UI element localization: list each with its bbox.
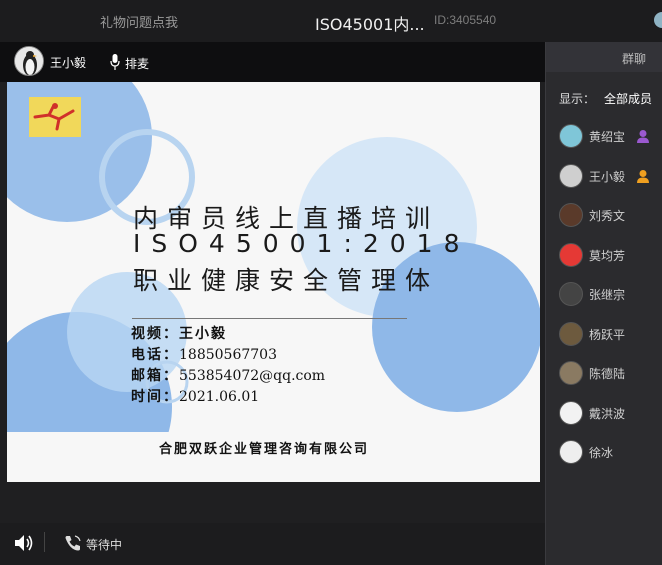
member-avatar xyxy=(559,401,583,425)
member-avatar xyxy=(559,322,583,346)
microphone-icon[interactable] xyxy=(110,54,120,70)
info-key: 时间： xyxy=(131,389,179,405)
slide-title-line-2: ISO45001:2018 xyxy=(133,229,471,258)
member-name: 陈德陆 xyxy=(589,367,626,381)
member-item[interactable]: 张继宗 xyxy=(559,282,662,306)
slide-title-line-3: 职业健康安全管理体 xyxy=(133,266,440,295)
panel-header: 群聊 xyxy=(546,42,662,72)
member-avatar xyxy=(559,282,583,306)
member-item[interactable]: 杨跃平 xyxy=(559,322,662,346)
top-bar: 礼物问题点我 ISO45001内... ID:3405540 xyxy=(0,0,662,42)
member-item[interactable]: 刘秀文 xyxy=(559,203,662,227)
member-name: 莫均芳 xyxy=(589,249,626,263)
admin-badge-icon xyxy=(637,130,649,143)
member-avatar xyxy=(559,164,583,188)
member-avatar xyxy=(559,124,583,148)
host-badge-icon xyxy=(637,170,649,183)
info-phone: 电话：18850567703 xyxy=(131,344,277,364)
phone-icon[interactable] xyxy=(64,534,82,552)
filter-label: 显示： xyxy=(559,92,596,106)
member-avatar xyxy=(559,440,583,464)
info-email: 邮箱：553854072@qq.com xyxy=(131,365,325,385)
slide-divider xyxy=(132,318,407,319)
user-avatar[interactable] xyxy=(654,12,662,28)
member-item[interactable]: 莫均芳 xyxy=(559,243,662,267)
room-id: ID:3405540 xyxy=(434,13,497,27)
member-name: 杨跃平 xyxy=(589,328,626,342)
member-item[interactable]: 陈德陆 xyxy=(559,361,662,385)
presentation-slide: 内审员线上直播培训 ISO45001:2018 职业健康安全管理体 视频：王小毅… xyxy=(7,82,540,482)
info-value: 王小毅 xyxy=(179,326,227,342)
info-key: 视频： xyxy=(131,326,179,342)
info-value: 553854072@qq.com xyxy=(179,368,326,384)
member-name: 王小毅 xyxy=(589,170,626,184)
group-chat-panel: 群聊 显示： 全部成员 黄绍宝王小毅刘秀文莫均芳张继宗杨跃平陈德陆戴洪波徐冰 xyxy=(545,42,662,565)
member-name: 戴洪波 xyxy=(589,407,626,421)
member-item[interactable]: 黄绍宝 xyxy=(559,124,662,148)
queue-mic-button[interactable]: 排麦 xyxy=(125,55,149,72)
member-name: 刘秀文 xyxy=(589,209,626,223)
host-name: 王小毅 xyxy=(50,56,87,70)
info-date: 时间：2021.06.01 xyxy=(131,386,259,406)
room-title: ISO45001内... xyxy=(315,15,425,34)
member-item[interactable]: 王小毅 xyxy=(559,164,662,188)
toolbar-separator xyxy=(44,532,45,552)
member-name: 黄绍宝 xyxy=(589,130,626,144)
info-key: 电话： xyxy=(131,347,179,363)
host-avatar[interactable] xyxy=(14,46,44,76)
call-status: 等待中 xyxy=(86,538,123,552)
info-video: 视频：王小毅 xyxy=(131,323,227,343)
info-value: 18850567703 xyxy=(179,347,277,363)
member-item[interactable]: 戴洪波 xyxy=(559,401,662,425)
member-name: 徐冰 xyxy=(589,446,614,460)
member-avatar xyxy=(559,361,583,385)
member-filter-select[interactable]: 全部成员 xyxy=(604,90,652,107)
speaker-icon[interactable] xyxy=(14,534,34,552)
info-value: 2021.06.01 xyxy=(179,389,260,405)
company-name: 合肥双跃企业管理咨询有限公司 xyxy=(159,442,370,457)
info-key: 邮箱： xyxy=(131,368,179,384)
member-name: 张继宗 xyxy=(589,288,626,302)
member-avatar xyxy=(559,203,583,227)
group-chat-tab[interactable]: 群聊 xyxy=(622,50,646,67)
member-item[interactable]: 徐冰 xyxy=(559,440,662,464)
member-avatar xyxy=(559,243,583,267)
gift-help-link[interactable]: 礼物问题点我 xyxy=(100,12,178,31)
dancer-logo-icon xyxy=(33,103,75,131)
company-logo xyxy=(29,97,81,137)
